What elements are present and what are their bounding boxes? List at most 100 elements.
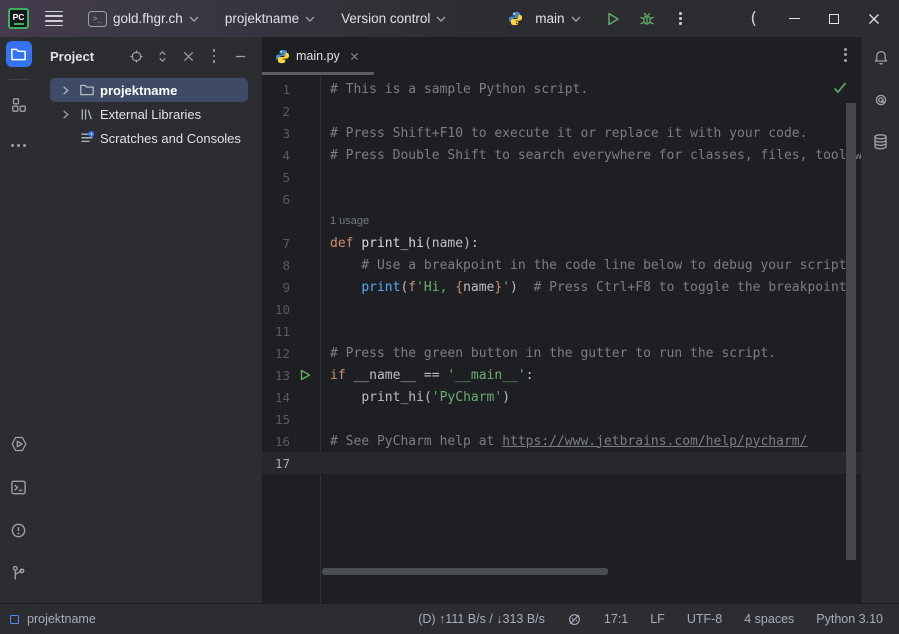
tree-item-projektname[interactable]: projektname (50, 78, 248, 102)
code-text[interactable]: if __name__ == '__main__': (320, 368, 534, 383)
more-actions-kebab[interactable] (667, 6, 695, 32)
minimize-icon (789, 18, 800, 20)
line-number[interactable]: 5 (262, 170, 290, 185)
caret-position[interactable]: 17:1 (604, 612, 628, 626)
code-editor[interactable]: 1 # This is a sample Python script. 2 3 # Pr… (262, 75, 861, 603)
line-ending[interactable]: LF (650, 612, 665, 626)
code-line-1[interactable]: 1 # This is a sample Python script. (262, 78, 861, 100)
tab-main-py[interactable]: main.py (262, 37, 369, 75)
line-number[interactable]: 11 (262, 324, 290, 339)
line-number[interactable]: 10 (262, 302, 290, 317)
file-encoding[interactable]: UTF-8 (687, 612, 722, 626)
code-text[interactable]: # See PyCharm help at https://www.jetbra… (320, 434, 807, 449)
run-hexagon-icon (10, 435, 28, 453)
code-text[interactable]: # Press the green button in the gutter t… (320, 346, 776, 361)
code-text[interactable]: print_hi('PyCharm') (320, 390, 510, 405)
horizontal-scrollbar[interactable] (322, 568, 608, 575)
line-number[interactable]: 16 (262, 434, 290, 449)
network-stats[interactable]: (D) ↑111 B/s / ↓313 B/s (418, 612, 545, 626)
code-text[interactable]: # Use a breakpoint in the code line belo… (320, 258, 854, 273)
code-line-8[interactable]: 8 # Use a breakpoint in the code line be… (262, 254, 861, 276)
usage-inlay-hint[interactable]: 1 usage (320, 215, 369, 227)
code-line-15[interactable]: 15 (262, 408, 861, 430)
minimize-button[interactable] (779, 5, 809, 33)
locate-file-button[interactable] (128, 48, 144, 64)
code-line-4[interactable]: 4 # Press Double Shift to search everywhe… (262, 144, 861, 166)
line-number[interactable]: 15 (262, 412, 290, 427)
code-line-5[interactable]: 5 (262, 166, 861, 188)
chevron-right-icon (61, 85, 70, 96)
inlay-hint-row[interactable]: 1 usage (262, 210, 861, 232)
collapse-all-button[interactable] (180, 48, 196, 64)
expand-collapse-button[interactable] (154, 48, 170, 64)
code-line-7[interactable]: 7 def print_hi(name): (262, 232, 861, 254)
run-tool-button[interactable] (6, 431, 32, 457)
highlighting-level-button[interactable] (567, 612, 582, 627)
code-text[interactable]: print(f'Hi, {name}') # Press Ctrl+F8 to … (320, 280, 854, 295)
line-number[interactable]: 4 (262, 148, 290, 163)
inspections-ok-icon[interactable] (833, 81, 847, 99)
notifications-button[interactable] (868, 45, 894, 71)
code-line-17[interactable]: 17 (262, 452, 861, 474)
line-number[interactable]: 1 (262, 82, 290, 97)
python-file-icon (275, 49, 290, 64)
vcs-menu[interactable]: Version control (335, 7, 452, 30)
close-button[interactable] (859, 5, 889, 33)
line-number[interactable]: 12 (262, 346, 290, 361)
vertical-scrollbar[interactable] (846, 103, 856, 560)
tree-item-external-libraries[interactable]: External Libraries (50, 102, 248, 126)
maximize-button[interactable] (819, 5, 849, 33)
code-line-3[interactable]: 3 # Press Shift+F10 to execute it or repl… (262, 122, 861, 144)
code-line-16[interactable]: 16 # See PyCharm help at https://www.jetb… (262, 430, 861, 452)
code-line-9[interactable]: 9 print(f'Hi, {name}') # Press Ctrl+F8 t… (262, 276, 861, 298)
project-selector[interactable]: projektname (219, 7, 321, 30)
terminal-host-icon: >_ (88, 11, 107, 27)
chevron-down-icon (436, 16, 446, 22)
line-number[interactable]: 14 (262, 390, 290, 405)
line-number[interactable]: 2 (262, 104, 290, 119)
line-number[interactable]: 8 (262, 258, 290, 273)
code-text[interactable]: def print_hi(name): (320, 236, 479, 251)
code-line-13[interactable]: 13 if __name__ == '__main__': (262, 364, 861, 386)
project-tree: projektname External Libraries Scratches… (38, 75, 262, 150)
host-selector[interactable]: >_ gold.fhgr.ch (82, 7, 205, 31)
line-number[interactable]: 3 (262, 126, 290, 141)
code-line-2[interactable]: 2 (262, 100, 861, 122)
run-config-selector[interactable]: main (529, 7, 586, 30)
code-line-11[interactable]: 11 (262, 320, 861, 342)
structure-tool-button[interactable] (6, 92, 32, 118)
editor-options-button[interactable] (844, 48, 847, 62)
run-line-icon[interactable] (290, 369, 320, 381)
code-text[interactable]: # Press Double Shift to search everywher… (320, 148, 861, 163)
more-tool-windows-button[interactable] (6, 132, 32, 158)
line-number[interactable]: 7 (262, 236, 290, 251)
python-interpreter[interactable]: Python 3.10 (816, 612, 883, 626)
main-menu-icon[interactable] (45, 11, 63, 26)
code-line-12[interactable]: 12 # Press the green button in the gutter… (262, 342, 861, 364)
project-tool-button[interactable] (6, 41, 32, 67)
database-button[interactable] (868, 129, 894, 155)
hide-panel-button[interactable] (232, 48, 248, 64)
line-number[interactable]: 9 (262, 280, 290, 295)
tree-item-scratches[interactable]: Scratches and Consoles (50, 126, 248, 150)
indent-style[interactable]: 4 spaces (744, 612, 794, 626)
line-number[interactable]: 6 (262, 192, 290, 207)
terminal-tool-button[interactable] (6, 474, 32, 500)
statusbar-project-widget[interactable]: projektname (10, 612, 96, 626)
code-line-6[interactable]: 6 (262, 188, 861, 210)
run-button[interactable] (599, 6, 627, 32)
problems-tool-button[interactable] (6, 517, 32, 543)
line-number[interactable]: 17 (262, 456, 290, 471)
code-text[interactable]: # Press Shift+F10 to execute it or repla… (320, 126, 807, 141)
line-number[interactable]: 13 (262, 368, 290, 383)
vcs-tool-button[interactable] (6, 560, 32, 586)
debug-button[interactable] (633, 6, 661, 32)
code-line-14[interactable]: 14 print_hi('PyCharm') (262, 386, 861, 408)
crescent-icon[interactable]: ( (750, 9, 757, 29)
ai-assistant-button[interactable] (868, 87, 894, 113)
code-line-10[interactable]: 10 (262, 298, 861, 320)
code-text[interactable]: # This is a sample Python script. (320, 82, 588, 97)
panel-options-button[interactable] (206, 48, 222, 64)
chevron-down-icon (571, 16, 581, 22)
tab-close-button[interactable] (350, 52, 359, 61)
